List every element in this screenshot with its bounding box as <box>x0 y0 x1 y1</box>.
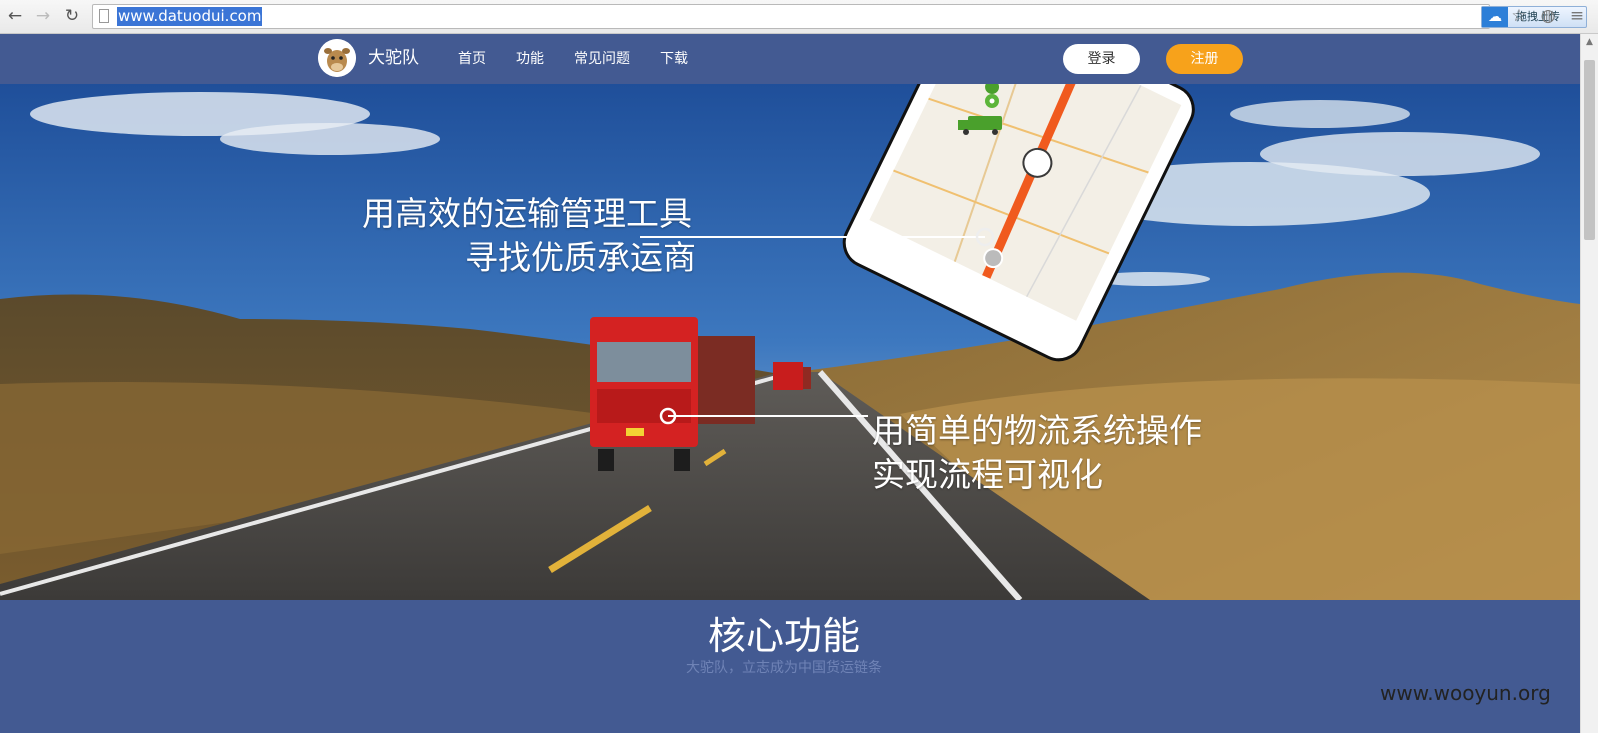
forward-icon[interactable]: → <box>32 5 54 27</box>
camel-logo-icon[interactable] <box>318 39 356 77</box>
hero-headline-2a: 用简单的物流系统操作 <box>872 411 1202 450</box>
nav-home[interactable]: 首页 <box>458 50 486 68</box>
brand-name[interactable]: 大驼队 <box>368 47 419 69</box>
nav-faq[interactable]: 常见问题 <box>574 50 630 68</box>
cloud-icon: ☁ <box>1482 7 1508 27</box>
page-viewport: 大驼队 首页 功能 常见问题 下载 登录 注册 用高效的运输管理工具 寻找优质承… <box>0 34 1580 733</box>
scroll-up-icon[interactable]: ▲ <box>1584 37 1595 47</box>
register-button[interactable]: 注册 <box>1166 44 1243 74</box>
hero-headline-2b: 实现流程可视化 <box>872 455 1103 494</box>
nav-features[interactable]: 功能 <box>516 50 544 68</box>
login-button[interactable]: 登录 <box>1063 44 1140 74</box>
vertical-scrollbar[interactable]: ▲ <box>1580 34 1598 733</box>
menu-icon[interactable]: ≡ <box>1566 5 1588 27</box>
star-icon[interactable]: ☆ <box>1508 5 1530 27</box>
reload-icon[interactable]: ↻ <box>61 5 83 27</box>
hero-headline-1b: 寻找优质承运商 <box>465 238 696 277</box>
core-features-section: 核心功能 大驼队，立志成为中国货运链条 <box>0 600 1580 733</box>
nav-download[interactable]: 下载 <box>660 50 688 68</box>
hero-banner: 用高效的运输管理工具 寻找优质承运商 用简单的物流系统操作 实现流程可视化 <box>0 84 1580 600</box>
section-subtitle: 大驼队，立志成为中国货运链条 <box>686 660 882 676</box>
hero-headline-1a: 用高效的运输管理工具 <box>362 194 692 233</box>
address-bar[interactable]: www.datuodui.com ☁ 拖拽上传 <box>92 4 1587 29</box>
hero-illustration <box>0 84 1580 600</box>
page-icon <box>99 9 109 23</box>
site-header: 大驼队 首页 功能 常见问题 下载 登录 注册 <box>0 34 1580 84</box>
scroll-thumb[interactable] <box>1584 60 1595 240</box>
url-text[interactable]: www.datuodui.com <box>117 7 263 26</box>
back-icon[interactable]: ← <box>4 5 26 27</box>
section-title: 核心功能 <box>707 614 860 658</box>
globe-icon[interactable]: ◍ <box>1537 5 1559 27</box>
watermark: www.wooyun.org <box>1380 681 1551 705</box>
browser-toolbar: ← → ↻ www.datuodui.com ☁ 拖拽上传 ☆ ◍ ≡ <box>0 0 1598 34</box>
